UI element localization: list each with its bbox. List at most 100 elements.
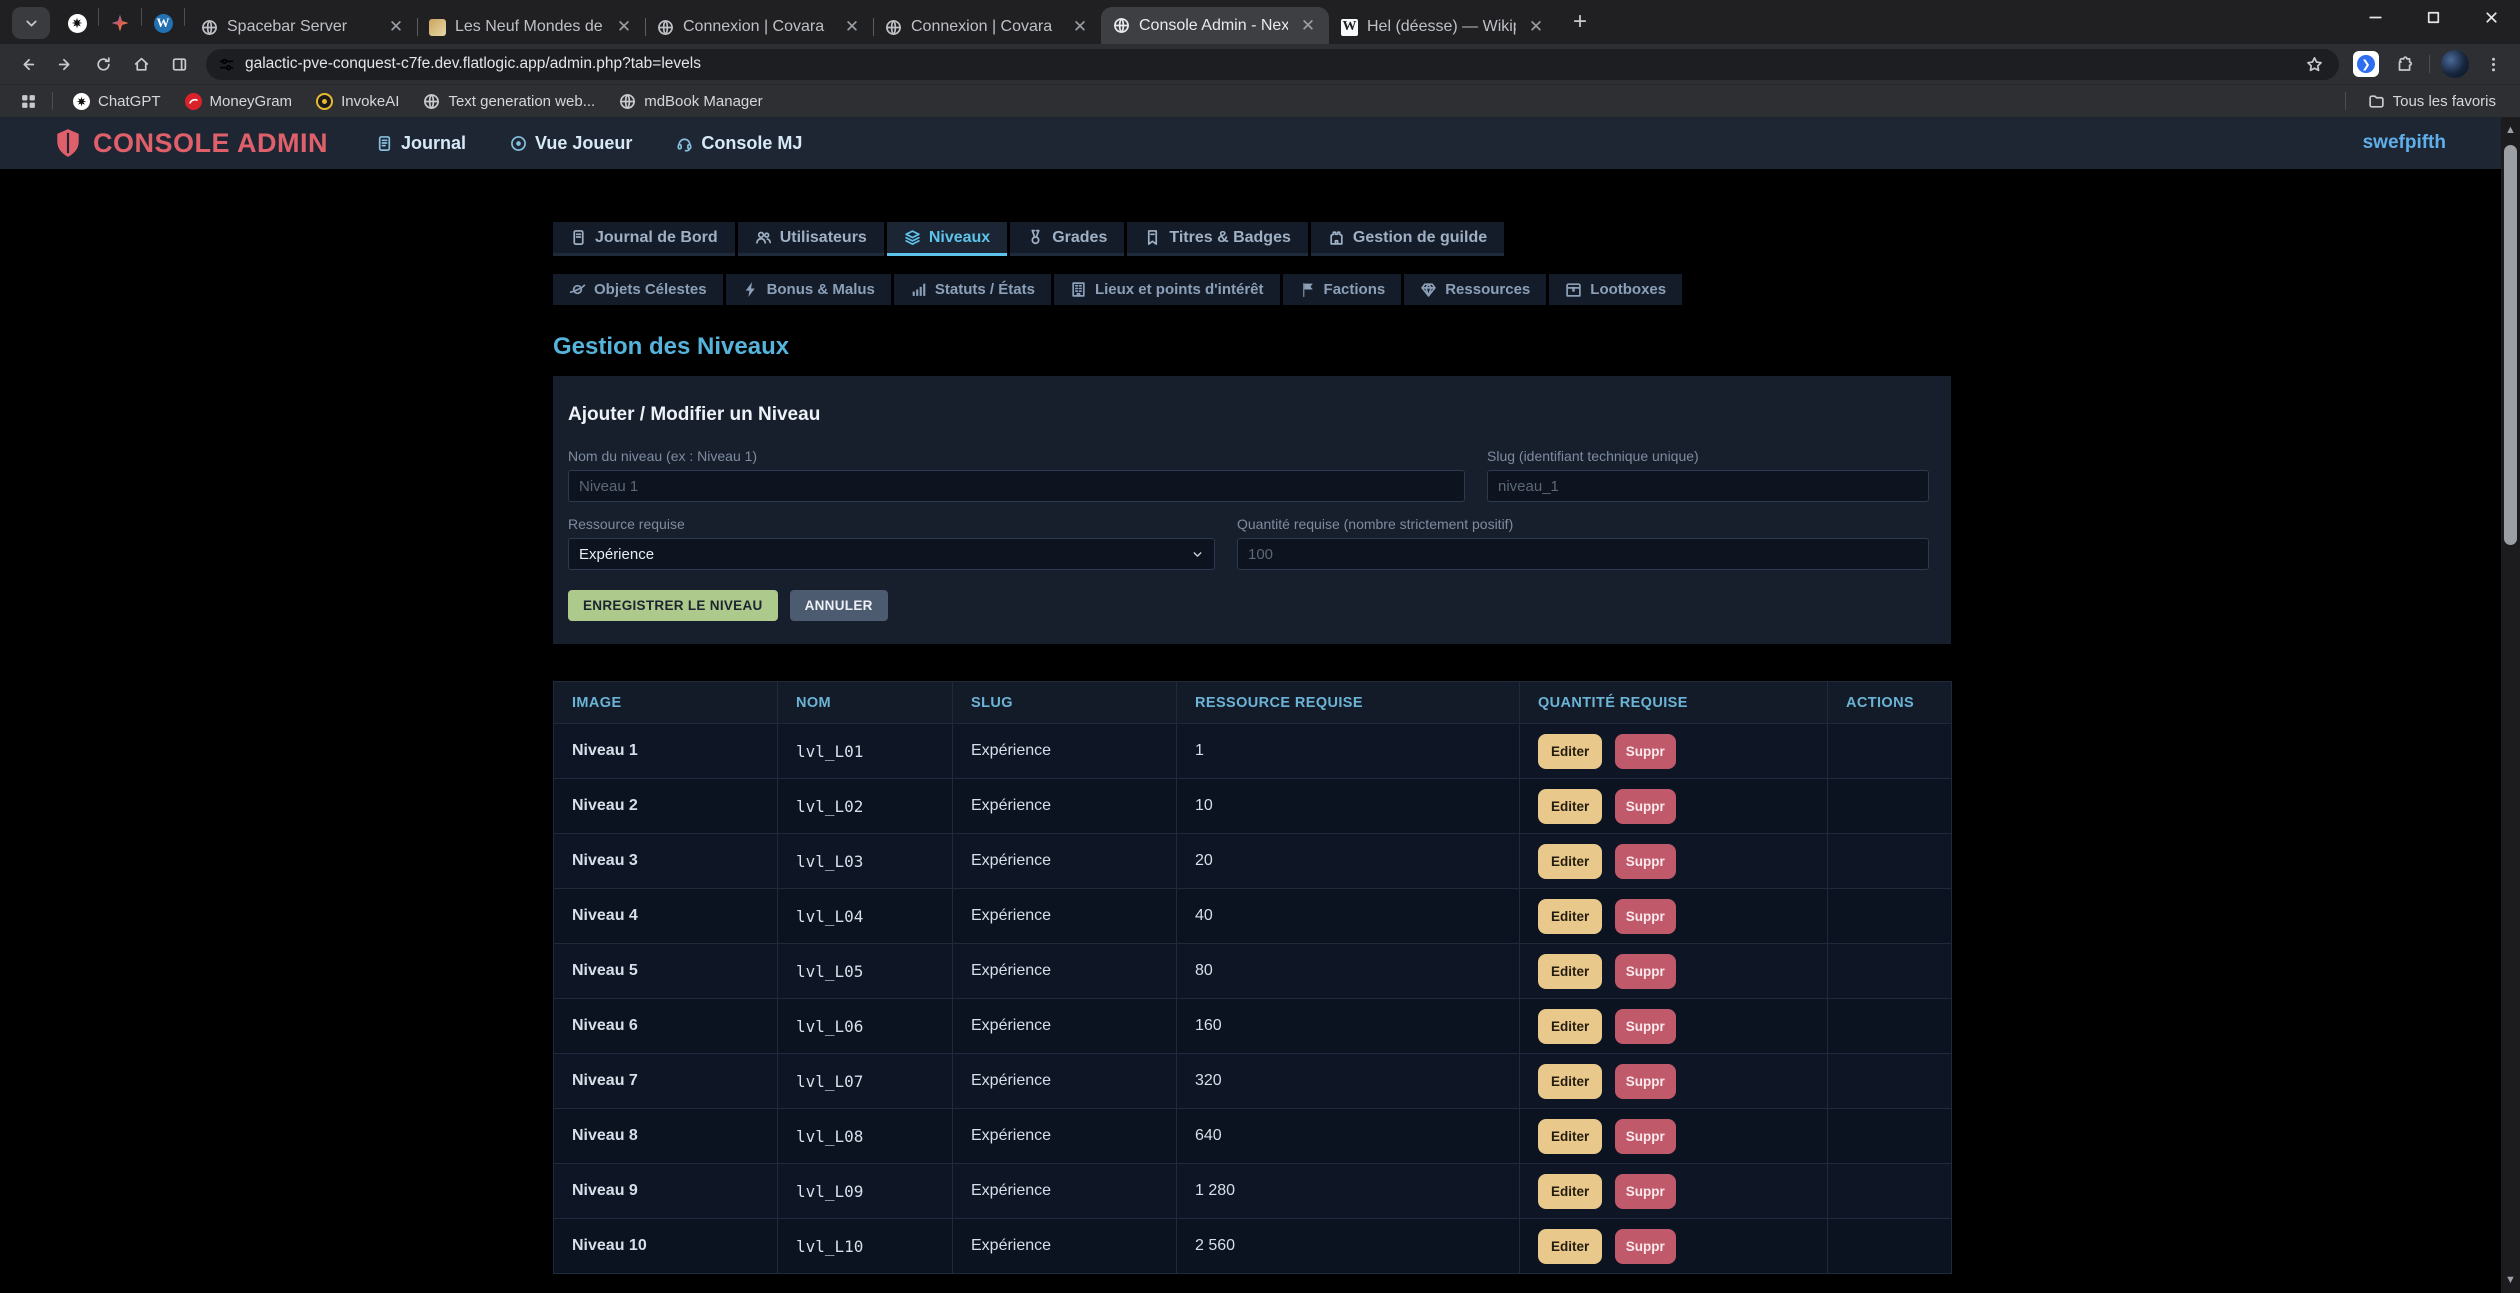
resource-select[interactable]: Expérience (568, 538, 1215, 570)
tab-close-button[interactable]: ✕ (1525, 16, 1547, 38)
extension-shortcut-button[interactable]: ❯ (2349, 47, 2383, 81)
page-scrollbar[interactable]: ▲ ▼ (2501, 117, 2520, 1293)
apps-grid-button[interactable] (14, 87, 42, 115)
tab-factions[interactable]: Factions (1283, 274, 1402, 305)
delete-button[interactable]: Suppr (1615, 1174, 1676, 1209)
logged-in-username[interactable]: swefpifth (2363, 132, 2446, 154)
edit-button[interactable]: Editer (1538, 954, 1602, 989)
tab-close-button[interactable]: ✕ (1069, 16, 1091, 38)
scrollbar-down-arrow[interactable]: ▼ (2501, 1267, 2520, 1293)
level-name-input[interactable] (568, 470, 1465, 502)
bookmark-moneygram[interactable]: MoneyGram (175, 90, 303, 113)
pinned-tab-chatgpt[interactable] (60, 7, 94, 39)
tab-ressources[interactable]: Ressources (1404, 274, 1546, 305)
edit-button[interactable]: Editer (1538, 1174, 1602, 1209)
bookmark-star-button[interactable] (2297, 47, 2331, 81)
edit-button[interactable]: Editer (1538, 899, 1602, 934)
tab-close-button[interactable]: ✕ (613, 16, 635, 38)
new-tab-button[interactable]: + (1563, 5, 1597, 39)
forward-button[interactable] (48, 47, 82, 81)
tab-label: Lootboxes (1590, 281, 1666, 298)
browser-tab[interactable]: Connexion | Covara ✕ (873, 10, 1101, 44)
tab-titres-badges[interactable]: Titres & Badges (1127, 222, 1308, 256)
reload-button[interactable] (86, 47, 120, 81)
save-level-button[interactable]: ENREGISTRER LE NIVEAU (568, 590, 778, 621)
back-button[interactable] (10, 47, 44, 81)
browser-menu-button[interactable] (2476, 47, 2510, 81)
side-panel-button[interactable] (162, 47, 196, 81)
browser-tab[interactable]: Les Neuf Mondes de la Mythol ✕ (417, 10, 645, 44)
level-slug-input[interactable] (1487, 470, 1929, 502)
tab-bonus-malus[interactable]: Bonus & Malus (726, 274, 891, 305)
window-close-button[interactable] (2462, 0, 2520, 34)
bookmark-chatgpt[interactable]: ChatGPT (63, 90, 171, 113)
delete-button[interactable]: Suppr (1615, 844, 1676, 879)
tab-search-button[interactable] (12, 7, 50, 39)
tab-lootboxes[interactable]: Lootboxes (1549, 274, 1682, 305)
delete-button[interactable]: Suppr (1615, 1229, 1676, 1264)
pinned-tab-wordpress[interactable]: W (146, 7, 180, 39)
nav-label: Vue Joueur (535, 133, 632, 154)
users-icon (755, 229, 772, 246)
scrollbar-thumb[interactable] (2504, 145, 2517, 545)
browser-tab[interactable]: Spacebar Server ✕ (189, 10, 417, 44)
tab-close-button[interactable]: ✕ (841, 16, 863, 38)
delete-button[interactable]: Suppr (1615, 1119, 1676, 1154)
window-maximize-button[interactable] (2404, 0, 2462, 34)
nav-vue-joueur[interactable]: Vue Joueur (510, 133, 632, 154)
nav-console-mj[interactable]: Console MJ (676, 133, 802, 154)
pinned-tab-gemini[interactable] (103, 7, 137, 39)
edit-button[interactable]: Editer (1538, 1064, 1602, 1099)
browser-tab[interactable]: W Hel (déesse) — Wikipédia ✕ (1329, 10, 1557, 44)
delete-button[interactable]: Suppr (1615, 1064, 1676, 1099)
nav-label: Console MJ (701, 133, 802, 154)
quantity-input[interactable] (1237, 538, 1929, 570)
all-bookmarks-label: Tous les favoris (2393, 93, 2496, 110)
delete-button[interactable]: Suppr (1615, 1009, 1676, 1044)
table-row: Niveau 6 lvl_L06 Expérience 160 Editer S… (554, 999, 1952, 1054)
delete-button[interactable]: Suppr (1615, 789, 1676, 824)
bookmark-text-generation[interactable]: Text generation web... (413, 90, 605, 113)
tab-statuts-etats[interactable]: Statuts / États (894, 274, 1051, 305)
edit-button[interactable]: Editer (1538, 1229, 1602, 1264)
nav-journal[interactable]: Journal (376, 133, 466, 154)
address-bar[interactable]: galactic-pve-conquest-c7fe.dev.flatlogic… (206, 49, 2339, 80)
page-title: Gestion des Niveaux (553, 333, 1951, 361)
edit-button[interactable]: Editer (1538, 1119, 1602, 1154)
scrollbar-up-arrow[interactable]: ▲ (2501, 117, 2520, 143)
edit-button[interactable]: Editer (1538, 844, 1602, 879)
badge-icon (1144, 229, 1161, 246)
tab-grades[interactable]: Grades (1010, 222, 1124, 256)
tab-gestion-guilde[interactable]: Gestion de guilde (1311, 222, 1504, 256)
tab-utilisateurs[interactable]: Utilisateurs (738, 222, 884, 256)
gemini-sparkle-icon (111, 14, 129, 32)
tab-objets-celestes[interactable]: Objets Célestes (553, 274, 723, 305)
tab-close-button[interactable]: ✕ (385, 16, 407, 38)
edit-button[interactable]: Editer (1538, 789, 1602, 824)
cancel-button[interactable]: ANNULER (790, 590, 888, 621)
level-name-cell: Niveau 3 (554, 834, 778, 889)
app-brand[interactable]: CONSOLE ADMIN (55, 128, 328, 159)
bookmark-label: Text generation web... (448, 93, 595, 110)
tab-close-button[interactable]: ✕ (1297, 15, 1319, 37)
tab-lieux-poi[interactable]: Lieux et points d'intérêt (1054, 274, 1280, 305)
tab-journal-de-bord[interactable]: Journal de Bord (553, 222, 735, 256)
bookmark-invokeai[interactable]: InvokeAI (306, 90, 409, 113)
level-slug-cell: lvl_L05 (778, 944, 953, 999)
bookmark-mdbook[interactable]: mdBook Manager (609, 90, 772, 113)
empty-cell (1828, 999, 1952, 1054)
all-bookmarks-button[interactable]: Tous les favoris (2358, 90, 2506, 113)
delete-button[interactable]: Suppr (1615, 734, 1676, 769)
delete-button[interactable]: Suppr (1615, 954, 1676, 989)
browser-tab[interactable]: Connexion | Covara ✕ (645, 10, 873, 44)
profile-avatar[interactable] (2438, 47, 2472, 81)
delete-button[interactable]: Suppr (1615, 899, 1676, 934)
table-row: Niveau 5 lvl_L05 Expérience 80 Editer Su… (554, 944, 1952, 999)
home-button[interactable] (124, 47, 158, 81)
edit-button[interactable]: Editer (1538, 1009, 1602, 1044)
extensions-button[interactable] (2387, 47, 2421, 81)
window-minimize-button[interactable] (2346, 0, 2404, 34)
tab-niveaux-active[interactable]: Niveaux (887, 222, 1007, 256)
browser-tab-active[interactable]: Console Admin - Nexus ✕ (1101, 7, 1329, 44)
edit-button[interactable]: Editer (1538, 734, 1602, 769)
